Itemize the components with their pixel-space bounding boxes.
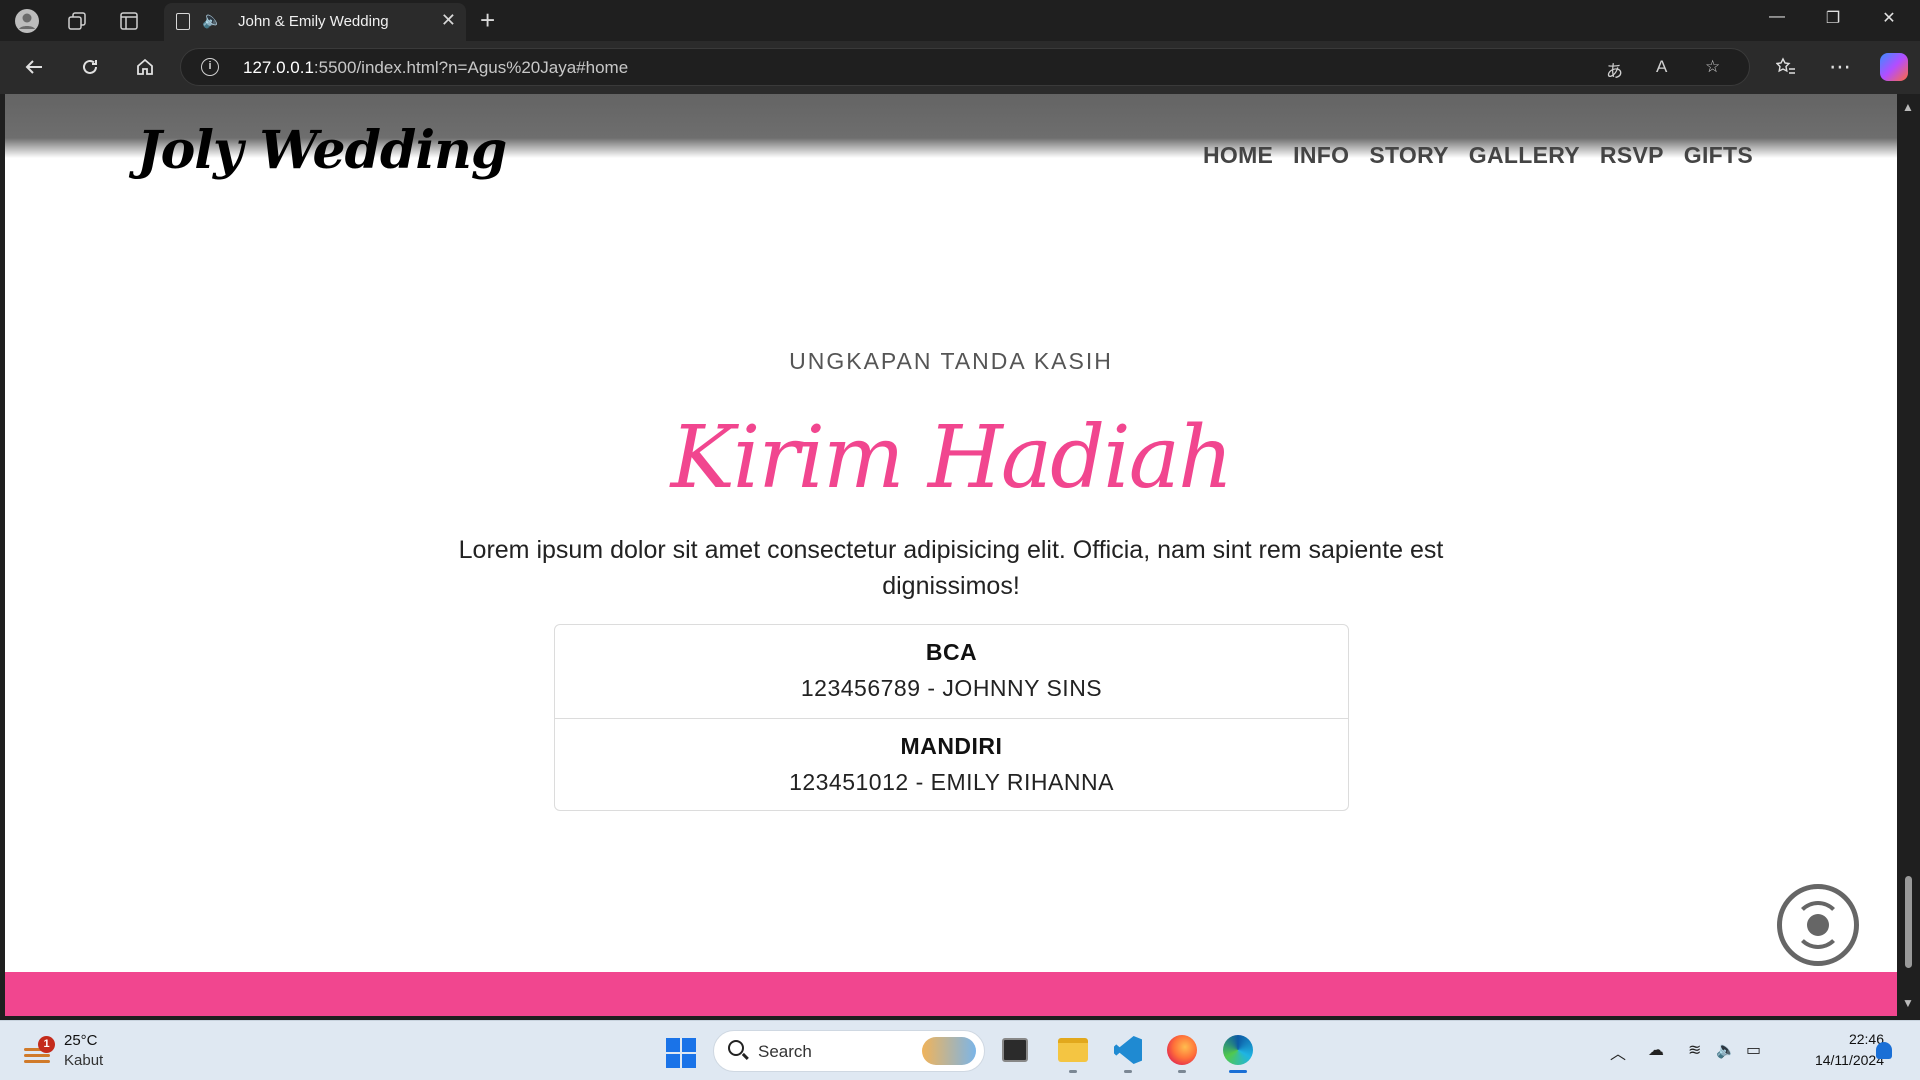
minimize-icon[interactable]: — — [1754, 8, 1800, 26]
more-menu-icon[interactable]: ⋯ — [1826, 53, 1854, 81]
new-tab-icon[interactable]: + — [480, 5, 495, 36]
section-title: Kirim Hadiah — [670, 408, 1234, 508]
scroll-down-icon[interactable]: ▼ — [1902, 996, 1914, 1010]
show-hidden-icons[interactable]: ︿ — [1610, 1040, 1626, 1064]
nav-gifts[interactable]: GIFTS — [1684, 142, 1753, 169]
audio-wave-icon — [1794, 901, 1842, 949]
refresh-icon[interactable] — [76, 53, 104, 81]
taskbar: 1 25°C Kabut Search ︿ ☁ ≋ 🔈 ▭ 22:46 14/1… — [0, 1020, 1920, 1080]
weather-description[interactable]: Kabut — [64, 1052, 103, 1069]
scroll-up-icon[interactable]: ▲ — [1902, 100, 1914, 114]
edge-icon[interactable] — [1214, 1028, 1262, 1074]
clock-time[interactable]: 22:46 — [1824, 1031, 1884, 1047]
restore-icon[interactable]: ❐ — [1810, 8, 1856, 28]
read-aloud-icon[interactable]: A — [1656, 57, 1667, 77]
page-scrollbar[interactable]: ▲ ▼ — [1897, 94, 1920, 1016]
tab-audio-icon[interactable]: 🔈 — [202, 10, 222, 30]
site-header: Joly Wedding HOME INFO STORY GALLERY RSV… — [5, 94, 1897, 214]
account-detail: 123456789 - JOHNNY SINS — [800, 675, 1103, 701]
page-document-icon — [176, 13, 190, 30]
active-tab[interactable]: 🔈 John & Emily Wedding ✕ — [164, 3, 466, 41]
taskbar-search[interactable]: Search — [713, 1030, 985, 1072]
search-label: Search — [758, 1042, 812, 1061]
favorite-star-icon[interactable]: ☆ — [1705, 57, 1720, 77]
browser-toolbar: i 127.0.0.1:5500/index.html?n=Agus%20Jay… — [0, 41, 1920, 94]
nav-story[interactable]: STORY — [1369, 142, 1448, 169]
profile-icon[interactable] — [14, 8, 40, 34]
weather-temperature[interactable]: 25°C — [64, 1032, 98, 1049]
nav-info[interactable]: INFO — [1293, 142, 1349, 169]
onedrive-icon[interactable]: ☁ — [1648, 1040, 1664, 1060]
address-bar[interactable]: i 127.0.0.1:5500/index.html?n=Agus%20Jay… — [180, 48, 1750, 86]
url-text[interactable]: 127.0.0.1:5500/index.html?n=Agus%20Jaya#… — [243, 58, 628, 78]
tab-title: John & Emily Wedding — [238, 13, 389, 30]
main-nav: HOME INFO STORY GALLERY RSVP GIFTS — [1203, 142, 1753, 169]
account-detail: 123451012 - EMILY RIHANNA — [789, 769, 1114, 795]
weather-icon[interactable]: 1 — [24, 1036, 55, 1062]
search-icon — [728, 1040, 744, 1056]
page-viewport: Joly Wedding HOME INFO STORY GALLERY RSV… — [5, 94, 1897, 1016]
bank-account-item: MANDIRI 123451012 - EMILY RIHANNA — [555, 718, 1348, 811]
battery-icon[interactable]: ▭ — [1746, 1040, 1761, 1060]
back-icon[interactable] — [20, 53, 48, 81]
task-view-icon[interactable] — [997, 1032, 1033, 1068]
search-highlight-image — [922, 1037, 976, 1065]
music-toggle-button[interactable] — [1777, 884, 1859, 966]
bank-name: BCA — [925, 639, 978, 665]
vscode-icon[interactable] — [1110, 1032, 1146, 1073]
home-icon[interactable] — [131, 53, 159, 81]
volume-icon[interactable]: 🔈 — [1716, 1040, 1736, 1060]
close-tab-icon[interactable]: ✕ — [441, 10, 456, 31]
bank-name: MANDIRI — [900, 733, 1003, 759]
section-description: Lorem ipsum dolor sit amet consectetur a… — [458, 536, 1444, 600]
browser-tab-strip: 🔈 John & Emily Wedding ✕ + — ❐ ✕ — [0, 0, 1920, 41]
site-info-icon[interactable]: i — [201, 58, 219, 76]
footer-band — [5, 972, 1897, 1016]
nav-home[interactable]: HOME — [1203, 142, 1273, 169]
weather-badge: 1 — [38, 1036, 55, 1053]
favorites-icon[interactable] — [1772, 53, 1800, 81]
clock-date[interactable]: 14/11/2024 — [1784, 1052, 1884, 1068]
close-window-icon[interactable]: ✕ — [1866, 8, 1912, 28]
nav-gallery[interactable]: GALLERY — [1469, 142, 1580, 169]
nav-rsvp[interactable]: RSVP — [1600, 142, 1664, 169]
scrollbar-thumb[interactable] — [1905, 876, 1912, 968]
section-eyebrow: UNGKAPAN TANDA KASIH — [789, 348, 1113, 374]
wifi-icon[interactable]: ≋ — [1688, 1040, 1701, 1060]
firefox-icon[interactable] — [1164, 1032, 1200, 1073]
bank-account-list: BCA 123456789 - JOHNNY SINS MANDIRI 1234… — [554, 624, 1349, 811]
notification-bell-icon[interactable] — [1876, 1042, 1892, 1059]
translate-icon[interactable]: あ — [1606, 57, 1623, 82]
copilot-icon[interactable] — [1880, 53, 1908, 81]
bank-account-item: BCA 123456789 - JOHNNY SINS — [555, 625, 1348, 718]
file-explorer-icon[interactable] — [1055, 1032, 1091, 1073]
site-logo[interactable]: Joly Wedding — [137, 120, 507, 181]
tab-actions-icon[interactable] — [116, 8, 142, 34]
workspaces-icon[interactable] — [64, 8, 90, 34]
start-button[interactable] — [666, 1038, 696, 1068]
